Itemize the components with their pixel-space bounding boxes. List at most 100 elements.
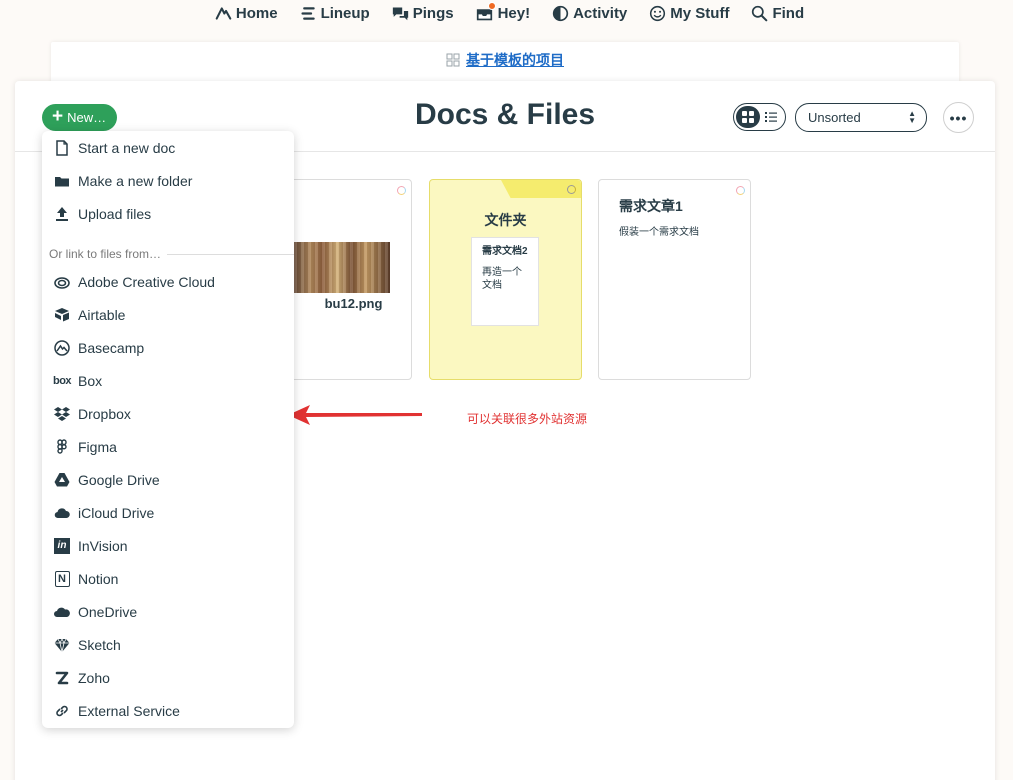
- nav-home-label: Home: [235, 4, 278, 22]
- divider: [167, 253, 294, 255]
- lineup-icon: [301, 6, 315, 20]
- airtable-icon: [52, 305, 72, 325]
- zoho-icon: [52, 668, 72, 688]
- menu-item-label: Basecamp: [78, 339, 145, 356]
- nav-find[interactable]: Find: [751, 0, 804, 26]
- color-marker-icon: [397, 186, 406, 195]
- menu-item-label: Dropbox: [78, 405, 131, 422]
- nav-lineup-label: Lineup: [320, 4, 370, 22]
- service-airtable[interactable]: Airtable: [42, 298, 294, 331]
- menu-item-label: Box: [78, 372, 103, 389]
- color-marker-icon: [736, 186, 745, 195]
- service-sketch[interactable]: Sketch: [42, 628, 294, 661]
- ellipsis-icon: •••: [949, 109, 968, 126]
- grid-view-button[interactable]: [736, 106, 760, 128]
- annotation-text: 可以关联很多外站资源: [467, 412, 588, 426]
- service-icloud-drive[interactable]: iCloud Drive: [42, 496, 294, 529]
- menu-item-label: Zoho: [78, 669, 110, 686]
- view-toggle: [733, 103, 786, 131]
- search-icon: [752, 5, 768, 21]
- service-basecamp[interactable]: Basecamp: [42, 331, 294, 364]
- adobe-creative-cloud-icon: [52, 272, 72, 292]
- notification-dot: [487, 1, 496, 10]
- service-box[interactable]: box Box: [42, 364, 294, 397]
- pings-icon: [392, 7, 408, 20]
- nav-my-stuff[interactable]: My Stuff: [649, 0, 729, 26]
- doc-card[interactable]: 需求文章1 假装一个需求文档: [598, 179, 751, 380]
- basecamp-home-icon: [215, 6, 232, 20]
- basecamp-icon: [52, 338, 72, 358]
- nav-pings-label: Pings: [412, 4, 454, 22]
- folder-card[interactable]: 文件夹 需求文档2 再造一个文档: [429, 179, 582, 380]
- menu-section-divider: Or link to files from…: [49, 246, 294, 262]
- service-google-drive[interactable]: Google Drive: [42, 463, 294, 496]
- nav-hey[interactable]: Hey!: [476, 0, 531, 26]
- menu-upload-files[interactable]: Upload files: [42, 197, 294, 230]
- icloud-icon: [52, 503, 72, 523]
- menu-item-label: Google Drive: [78, 471, 160, 488]
- menu-item-label: iCloud Drive: [78, 504, 155, 521]
- top-navigation: Home Lineup Pings Hey! Activity My Stuff…: [0, 0, 1013, 26]
- dropbox-icon: [52, 404, 72, 424]
- menu-item-label: External Service: [78, 702, 180, 719]
- doc-title: 需求文章1: [619, 198, 683, 214]
- service-figma[interactable]: Figma: [42, 430, 294, 463]
- service-external[interactable]: External Service: [42, 694, 294, 727]
- service-zoho[interactable]: Zoho: [42, 661, 294, 694]
- box-icon: box: [52, 374, 72, 387]
- folder-title: 文件夹: [484, 212, 527, 228]
- nav-find-label: Find: [772, 4, 805, 22]
- onedrive-icon: [52, 602, 72, 622]
- sketch-icon: [52, 635, 72, 655]
- image-thumbnail: [294, 242, 390, 293]
- more-options-button[interactable]: •••: [943, 102, 974, 133]
- folder-doc-title: 需求文档2: [482, 246, 528, 257]
- document-icon: [52, 138, 72, 158]
- menu-item-label: Sketch: [78, 636, 121, 653]
- menu-make-new-folder[interactable]: Make a new folder: [42, 164, 294, 197]
- folder-doc-preview: 需求文档2 再造一个文档: [471, 237, 539, 326]
- doc-body: 假装一个需求文档: [619, 227, 699, 238]
- select-arrows-icon: ▲ ▼: [908, 109, 916, 125]
- nav-pings[interactable]: Pings: [392, 0, 454, 26]
- grid-icon: [741, 111, 754, 123]
- service-dropbox[interactable]: Dropbox: [42, 397, 294, 430]
- menu-item-label: OneDrive: [78, 603, 138, 620]
- nav-my-stuff-label: My Stuff: [670, 4, 730, 22]
- upload-icon: [52, 204, 72, 224]
- hey-inbox-icon: [476, 1, 496, 22]
- activity-icon: [552, 5, 569, 21]
- color-marker-icon: [567, 185, 576, 194]
- menu-item-label: Adobe Creative Cloud: [78, 273, 215, 290]
- nav-hey-label: Hey!: [497, 4, 531, 22]
- google-drive-icon: [52, 470, 72, 490]
- nav-activity-label: Activity: [573, 4, 628, 22]
- project-link[interactable]: 基于模板的项目: [446, 50, 564, 70]
- sort-select[interactable]: Unsorted ▲ ▼: [795, 103, 927, 132]
- smiley-icon: [650, 5, 666, 21]
- link-icon: [52, 701, 72, 721]
- service-onedrive[interactable]: OneDrive: [42, 595, 294, 628]
- service-notion[interactable]: N Notion: [42, 562, 294, 595]
- invision-icon: in: [52, 536, 72, 556]
- menu-item-label: InVision: [78, 537, 128, 554]
- menu-item-label: Upload files: [78, 205, 152, 222]
- menu-start-new-doc[interactable]: Start a new doc: [42, 131, 294, 164]
- sort-select-value: Unsorted: [808, 110, 861, 125]
- red-arrow-annotation: [288, 405, 422, 425]
- menu-item-label: Notion: [78, 570, 119, 587]
- new-dropdown-menu: Start a new doc Make a new folder Upload…: [42, 131, 294, 728]
- folder-icon: [52, 171, 72, 191]
- project-link-label: 基于模板的项目: [466, 52, 564, 68]
- menu-section-label: Or link to files from…: [49, 247, 162, 261]
- list-view-button[interactable]: [760, 106, 784, 128]
- folder-doc-body: 再造一个文档: [482, 267, 522, 291]
- figma-icon: [52, 437, 72, 457]
- service-invision[interactable]: in InVision: [42, 529, 294, 562]
- menu-item-label: Figma: [78, 438, 117, 455]
- service-adobe-creative-cloud[interactable]: Adobe Creative Cloud: [42, 265, 294, 298]
- nav-home[interactable]: Home: [215, 0, 278, 26]
- nav-activity[interactable]: Activity: [552, 0, 627, 26]
- nav-lineup[interactable]: Lineup: [300, 0, 370, 26]
- notion-icon: N: [52, 569, 72, 589]
